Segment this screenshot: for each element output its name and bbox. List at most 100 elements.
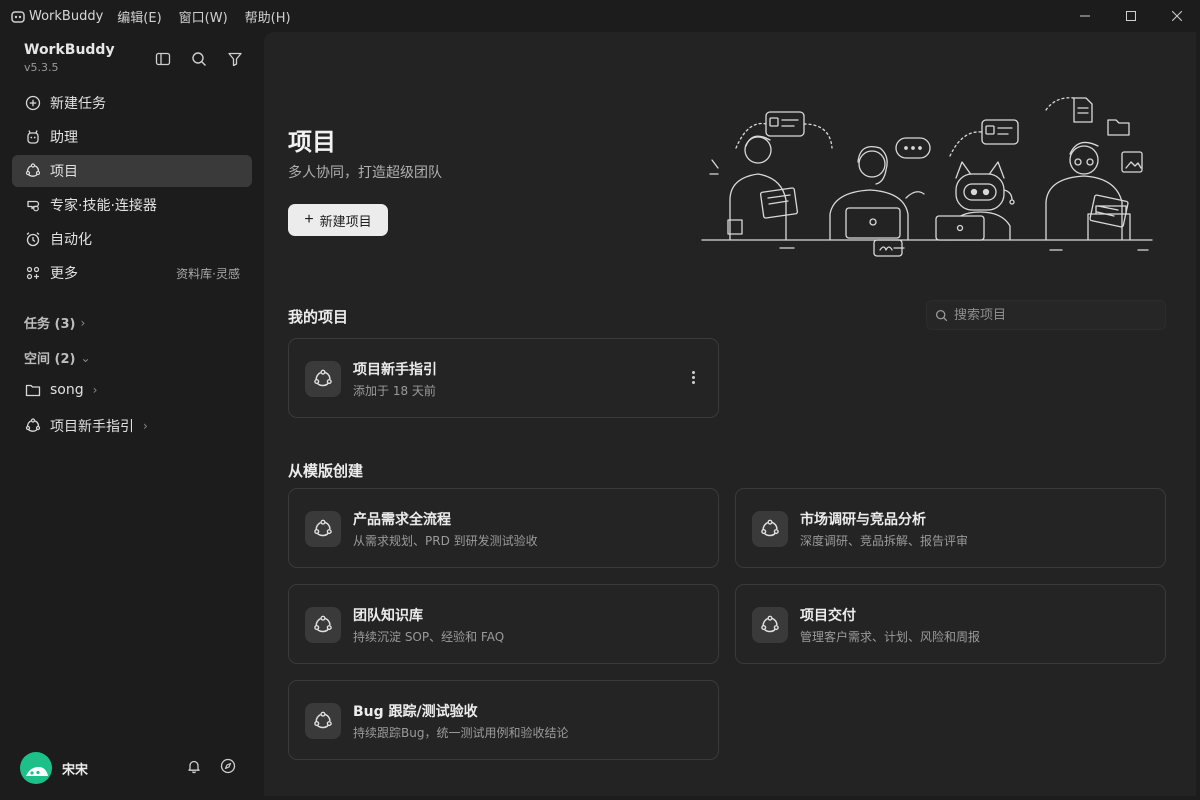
tasks-section-label: 任务 (3) xyxy=(24,317,76,332)
card-title: 团队知识库 xyxy=(353,608,423,624)
assistant-icon xyxy=(24,128,42,146)
space-item-label: song xyxy=(50,382,84,398)
minimize-button[interactable] xyxy=(1062,0,1108,32)
sidebar-item-assistant[interactable]: 助理 xyxy=(12,121,252,153)
chevron-right-icon: › xyxy=(80,315,86,330)
project-icon xyxy=(305,703,341,739)
page-subtitle: 多人协同，打造超级团队 xyxy=(288,165,442,181)
project-icon xyxy=(752,607,788,643)
more-dot xyxy=(691,370,695,374)
more-dot xyxy=(691,375,695,379)
bell-icon xyxy=(188,760,200,774)
plus-circle-icon xyxy=(24,94,42,112)
more-dot xyxy=(691,380,695,384)
project-card-guide[interactable]: 项目新手指引 添加于 18 天前 xyxy=(288,338,719,418)
sidebar-item-label: 自动化 xyxy=(50,232,92,248)
menu-help[interactable]: 帮助(H) xyxy=(245,7,291,26)
close-button[interactable] xyxy=(1154,0,1200,32)
brand: WorkBuddy v5.3.5 xyxy=(24,42,115,74)
menu-edit[interactable]: 编辑(E) xyxy=(117,7,161,26)
sidebar-item-projects[interactable]: 项目 xyxy=(12,155,252,187)
new-project-button[interactable]: + 新建项目 xyxy=(288,204,388,236)
project-icon xyxy=(305,511,341,547)
user-name: 宋宋 xyxy=(62,762,89,778)
template-card-bug[interactable]: Bug 跟踪/测试验收 持续跟踪Bug，统一测试用例和验收结论 xyxy=(288,680,719,760)
sidebar-nav: 新建任务 助理 项目 专家·技能·连接器 自动化 更多 资料库·灵感 xyxy=(12,87,252,291)
template-card-delivery[interactable]: 项目交付 管理客户需求、计划、风险和周报 xyxy=(735,584,1166,664)
footer-icons xyxy=(186,758,236,778)
main-panel: 项目 多人协同，打造超级团队 + 新建项目 我的项目 搜索项目 项目新手指引 添… xyxy=(264,32,1196,796)
maximize-icon xyxy=(1126,11,1136,21)
template-card-knowledge[interactable]: 团队知识库 持续沉淀 SOP、经验和 FAQ xyxy=(288,584,719,664)
project-search[interactable] xyxy=(926,300,1166,330)
alarm-clock-icon xyxy=(24,230,42,248)
window-controls xyxy=(1062,0,1200,32)
sidebar-item-label: 新建任务 xyxy=(50,96,106,112)
my-projects-heading: 我的项目 xyxy=(288,308,349,326)
chevron-right-icon: › xyxy=(92,383,98,397)
maximize-button[interactable] xyxy=(1108,0,1154,32)
new-project-label: 新建项目 xyxy=(319,213,372,229)
card-title: 项目新手指引 xyxy=(353,362,437,378)
folder-icon xyxy=(24,381,42,399)
brand-version: v5.3.5 xyxy=(24,61,59,74)
search-icon xyxy=(935,309,948,321)
minimize-icon xyxy=(1080,15,1090,17)
sidebar-item-new-task[interactable]: 新建任务 xyxy=(12,87,252,119)
card-desc: 持续沉淀 SOP、经验和 FAQ xyxy=(353,630,505,644)
sidebar-item-label: 项目 xyxy=(50,164,78,180)
card-title: 产品需求全流程 xyxy=(353,512,451,528)
project-icon xyxy=(24,417,42,435)
app-logo-icon xyxy=(11,9,25,23)
search-button[interactable] xyxy=(190,50,208,68)
tasks-section-toggle[interactable]: 任务 (3) › xyxy=(24,313,86,333)
spaces-section-label: 空间 (2) xyxy=(24,352,76,367)
title-bar: WorkBuddy 编辑(E) 窗口(W) 帮助(H) xyxy=(0,0,1200,32)
compass-icon xyxy=(220,758,236,774)
space-item-guide[interactable]: 项目新手指引 › xyxy=(24,416,148,436)
chevron-right-icon: › xyxy=(143,419,148,433)
sidebar-item-automation[interactable]: 自动化 xyxy=(12,223,252,255)
sidebar-item-label: 助理 xyxy=(50,130,78,146)
project-icon xyxy=(24,162,42,180)
project-icon xyxy=(305,607,341,643)
team-illustration xyxy=(701,97,1153,257)
filter-icon xyxy=(228,52,242,67)
menu-window[interactable]: 窗口(W) xyxy=(179,7,228,26)
search-input[interactable] xyxy=(954,307,1154,323)
sidebar-item-experts[interactable]: 专家·技能·连接器 xyxy=(12,189,252,221)
apps-icon xyxy=(24,264,42,282)
template-card-product[interactable]: 产品需求全流程 从需求规划、PRD 到研发测试验收 xyxy=(288,488,719,568)
toggle-sidebar-button[interactable] xyxy=(154,50,172,68)
card-desc: 从需求规划、PRD 到研发测试验收 xyxy=(353,534,538,548)
card-title: 项目交付 xyxy=(800,608,856,624)
card-title: 市场调研与竞品分析 xyxy=(800,512,926,528)
sidebar-item-label: 专家·技能·连接器 xyxy=(50,198,157,214)
project-icon xyxy=(305,361,341,397)
more-extra-link[interactable]: 资料库·灵感 xyxy=(176,265,240,282)
expert-icon xyxy=(24,196,42,214)
card-desc: 添加于 18 天前 xyxy=(353,384,436,398)
card-desc: 深度调研、竞品拆解、报告评审 xyxy=(800,534,969,548)
card-title: Bug 跟踪/测试验收 xyxy=(353,704,478,720)
project-icon xyxy=(752,511,788,547)
close-icon xyxy=(1172,11,1182,21)
space-item-label: 项目新手指引 xyxy=(50,419,134,435)
sidebar-item-label: 更多 xyxy=(50,266,78,282)
spaces-section-toggle[interactable]: 空间 (2) ⌄ xyxy=(24,348,91,368)
notification-button[interactable] xyxy=(186,758,202,778)
page-title: 项目 xyxy=(288,128,336,156)
space-item-song[interactable]: song › xyxy=(24,381,97,399)
sidebar-item-more[interactable]: 更多 资料库·灵感 xyxy=(12,257,252,289)
search-icon xyxy=(192,52,206,66)
sidebar-tools xyxy=(154,50,244,68)
app-name: WorkBuddy xyxy=(29,8,104,24)
sidebar-toggle-icon xyxy=(155,52,171,66)
compass-button[interactable] xyxy=(220,758,236,778)
templates-heading: 从模版创建 xyxy=(288,462,364,480)
user-profile[interactable]: 宋宋 xyxy=(20,752,88,784)
brand-name: WorkBuddy xyxy=(24,42,115,58)
template-card-market[interactable]: 市场调研与竞品分析 深度调研、竞品拆解、报告评审 xyxy=(735,488,1166,568)
filter-button[interactable] xyxy=(226,50,244,68)
more-options-button[interactable] xyxy=(686,367,700,387)
